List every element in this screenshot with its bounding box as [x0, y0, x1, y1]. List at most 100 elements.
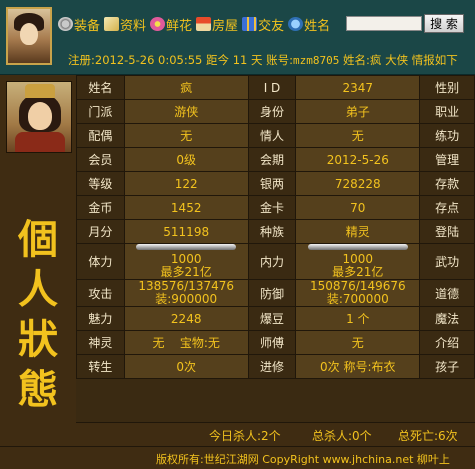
label-defense: 防御	[247, 279, 297, 307]
registration-status: 注册:2012-5-26 0:05:55 距今 11 天 账号:mzm8705 …	[68, 52, 458, 68]
value-member-period: 2012-5-26	[295, 147, 421, 172]
table-row: 月分 511198 种族 精灵 登陆	[76, 219, 475, 244]
stamina-cell: 1000 最多21亿	[123, 243, 249, 280]
label-study: 进修	[247, 354, 297, 379]
name-search-input[interactable]	[346, 16, 422, 31]
spirit-cell: 无 宝物:无	[123, 330, 249, 355]
value-master: 无	[295, 330, 421, 355]
attack-cell: 138576/137476 装:900000	[123, 279, 249, 307]
label-morality: 道德	[419, 279, 475, 307]
value-lover: 无	[295, 123, 421, 148]
header-bar: 装备 资料 鲜花 房屋 交友 姓名 搜 索 注册:2012-5-26 0:05:…	[0, 0, 475, 75]
label-gold-card: 金卡	[247, 195, 297, 220]
nav-profile-label: 资料	[120, 18, 147, 34]
copyright-bar: 版权所有:世纪江湖网 CopyRight www.jhchina.net 柳叶上	[0, 446, 475, 469]
days-suffix: 天	[251, 53, 263, 67]
label-training: 练功	[419, 123, 475, 148]
user-avatar[interactable]	[6, 7, 52, 65]
nav-flowers-label: 鲜花	[166, 18, 193, 34]
value-attack-equip: 装:900000	[155, 292, 218, 306]
top-nav: 装备 资料 鲜花 房屋 交友 姓名	[58, 13, 334, 35]
label-identity: 身份	[247, 99, 297, 124]
table-row: 金币 1452 金卡 70 存点	[76, 195, 475, 220]
table-row: 转生 0次 进修 0次 称号:布衣 孩子	[76, 354, 475, 379]
value-gold-card: 70	[295, 195, 421, 220]
register-prefix: 注册:	[68, 53, 95, 67]
total-deaths: 总死亡:6次	[398, 429, 458, 443]
table-row: 门派 游侠 身份 弟子 职业	[76, 99, 475, 124]
label-race: 种族	[247, 219, 297, 244]
nav-friends-label: 交友	[258, 18, 285, 34]
label-master: 师傅	[247, 330, 297, 355]
label-rebirth: 转生	[76, 354, 125, 379]
nav-friends[interactable]: 交友	[242, 15, 284, 34]
label-inner-power: 内力	[247, 243, 297, 280]
total-kills: 总杀人:0个	[312, 429, 372, 443]
value-identity: 弟子	[295, 99, 421, 124]
account-prefix: 账号:	[266, 53, 294, 67]
nav-profile[interactable]: 资料	[104, 15, 146, 34]
gear-icon	[58, 17, 73, 31]
label-level: 等级	[76, 171, 125, 196]
label-store-points: 存点	[419, 195, 475, 220]
label-profession: 职业	[419, 99, 475, 124]
value-sect: 游侠	[123, 99, 249, 124]
label-silver: 银两	[247, 171, 297, 196]
value-silver: 728228	[295, 171, 421, 196]
defense-cell: 150876/149676 装:700000	[295, 279, 421, 307]
copyright-text: 版权所有:世纪江湖网 CopyRight www.jhchina.net 柳叶上	[156, 453, 450, 466]
player-nickname: 大侠	[385, 53, 409, 67]
portrait-crown	[25, 84, 55, 98]
account-id: mzm8705	[293, 54, 340, 67]
label-beans: 爆豆	[247, 306, 297, 331]
player-name: 疯	[369, 53, 382, 67]
character-panel: 個人狀態 姓名 疯 I D 2347 性别 门派 游侠 身份 弟子 职业 配偶 …	[0, 75, 475, 469]
label-attack: 攻击	[76, 279, 125, 307]
left-column: 個人狀態	[0, 75, 76, 469]
value-rebirth: 0次	[123, 354, 249, 379]
value-id: 2347	[295, 75, 421, 100]
table-row: 会员 0级 会期 2012-5-26 管理	[76, 147, 475, 172]
page: 装备 资料 鲜花 房屋 交友 姓名 搜 索 注册:2012-5-26 0:05:…	[0, 0, 475, 469]
inner-power-bar	[307, 244, 408, 250]
value-stamina-max: 最多21亿	[160, 265, 212, 279]
flower-icon	[150, 17, 166, 31]
inner-power-cell: 1000 最多21亿	[295, 243, 421, 280]
name-search-label: 姓名	[304, 18, 331, 34]
today-kills: 今日杀人:2个	[209, 429, 281, 443]
value-membership: 0级	[123, 147, 249, 172]
nav-flowers[interactable]: 鲜花	[150, 15, 192, 34]
label-introduction: 介绍	[419, 330, 475, 355]
globe-icon	[288, 17, 304, 31]
label-admin: 管理	[419, 147, 475, 172]
value-inner-power-max: 最多21亿	[332, 265, 384, 279]
kill-stats-row: 今日杀人:2个 总杀人:0个 总死亡:6次	[76, 422, 475, 446]
label-gender: 性别	[419, 75, 475, 100]
value-level: 122	[123, 171, 249, 196]
label-martial-arts: 武功	[419, 243, 475, 280]
gift-icon	[242, 17, 258, 31]
label-magic: 魔法	[419, 306, 475, 331]
stamina-bar	[136, 244, 237, 250]
label-charm: 魅力	[76, 306, 125, 331]
document-icon	[104, 17, 120, 31]
value-name: 疯	[123, 75, 249, 100]
value-charm: 2248	[123, 306, 249, 331]
label-stamina: 体力	[76, 243, 125, 280]
value-beans: 1 个	[295, 306, 421, 331]
house-icon	[196, 17, 212, 31]
table-row: 魅力 2248 爆豆 1 个 魔法	[76, 306, 475, 331]
value-gold: 1452	[123, 195, 249, 220]
status-tail: 情报如下	[411, 53, 458, 67]
nav-name-search: 姓名	[288, 15, 330, 34]
label-monthly: 月分	[76, 219, 125, 244]
value-treasure: 宝物:无	[179, 336, 220, 350]
label-sect: 门派	[76, 99, 125, 124]
name-prefix: 姓名:	[343, 53, 370, 67]
search-button[interactable]: 搜 索	[424, 14, 464, 33]
nav-equipment[interactable]: 装备	[58, 15, 100, 34]
value-spouse: 无	[123, 123, 249, 148]
nav-house[interactable]: 房屋	[196, 15, 238, 34]
portrait-robe	[15, 132, 65, 152]
label-spirit: 神灵	[76, 330, 125, 355]
